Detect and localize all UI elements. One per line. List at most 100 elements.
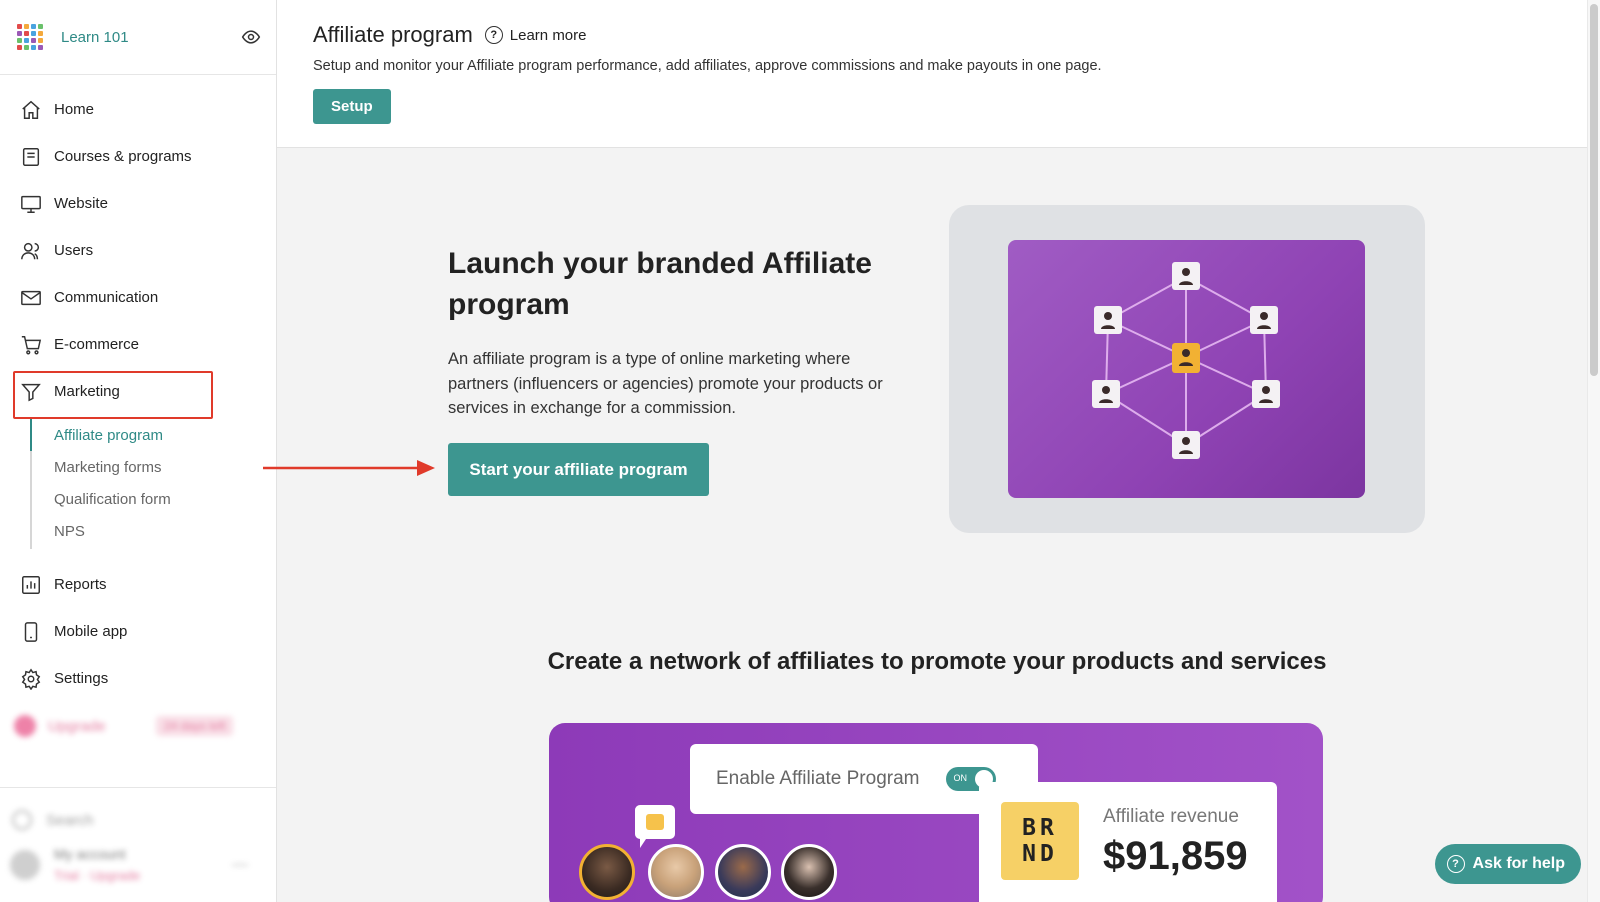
sidebar-item-label: Settings (54, 670, 109, 687)
gear-icon (20, 668, 42, 690)
sidebar-item-communication[interactable]: Communication (0, 274, 276, 321)
sidebar-item-label: Users (54, 242, 94, 259)
ask-for-help-button[interactable]: ? Ask for help (1434, 844, 1581, 884)
chat-bubble-icon (635, 805, 675, 848)
sidebar-item-label: Mobile app (54, 623, 128, 640)
logo-square (31, 45, 36, 50)
network-section-title: Create a network of affiliates to promot… (547, 648, 1327, 675)
secondary-nav: Reports Mobile app Settings Upgrade 24 d… (0, 561, 276, 746)
eye-icon[interactable] (240, 26, 262, 48)
sidebar: Learn 101 Home Courses & programs Websit… (0, 0, 277, 902)
sidebar-item-label: Courses & programs (54, 148, 192, 165)
sidebar-item-label: Website (54, 195, 108, 212)
home-icon (20, 99, 42, 121)
logo-square (17, 38, 22, 43)
mail-icon (20, 287, 42, 309)
marketing-subnav: Affiliate program Marketing forms Qualif… (30, 417, 276, 549)
logo-square (31, 38, 36, 43)
ask-for-help-label: Ask for help (1472, 855, 1565, 872)
main-nav: Home Courses & programs Website Users Co… (0, 75, 276, 746)
sidebar-item-website[interactable]: Website (0, 180, 276, 227)
brand-header: Learn 101 (0, 0, 276, 75)
learn-more-link[interactable]: ? Learn more (484, 26, 587, 44)
more-icon[interactable]: — (232, 856, 248, 874)
scrollbar-thumb[interactable] (1590, 4, 1598, 376)
logo-square (17, 31, 22, 36)
logo-square (24, 38, 29, 43)
sidebar-item-reports[interactable]: Reports (0, 561, 276, 608)
logo-square (38, 38, 43, 43)
account-name: My account (54, 846, 126, 862)
logo-square (24, 31, 29, 36)
logo-square (38, 45, 43, 50)
affiliate-revenue-card: BR ND Affiliate revenue $91,859 (979, 782, 1277, 902)
sidebar-search[interactable]: Search (0, 800, 276, 840)
arrow-annotation (263, 460, 435, 476)
logo-square (24, 45, 29, 50)
search-icon (12, 810, 32, 830)
sidebar-item-settings[interactable]: Settings (0, 655, 276, 702)
school-name[interactable]: Learn 101 (61, 29, 240, 46)
page-header: Affiliate program ? Learn more Setup and… (277, 0, 1587, 148)
sidebar-item-mobile-app[interactable]: Mobile app (0, 608, 276, 655)
person-node (1094, 306, 1122, 334)
sidebar-item-label: E-commerce (54, 336, 140, 353)
upgrade-label: Upgrade (48, 717, 106, 735)
sidebar-item-marketing[interactable]: Marketing (0, 368, 276, 419)
sidebar-item-label: Marketing (54, 383, 120, 400)
sidebar-item-courses[interactable]: Courses & programs (0, 133, 276, 180)
logo-square (17, 24, 22, 29)
person-node (1172, 431, 1200, 459)
enable-affiliate-label: Enable Affiliate Program (716, 768, 920, 789)
logo-square (31, 31, 36, 36)
logo-square (38, 24, 43, 29)
person-node (1172, 262, 1200, 290)
sidebar-footer: Search My account Trial · Upgrade — (0, 787, 276, 902)
book-icon (20, 146, 42, 168)
monitor-icon (20, 193, 42, 215)
setup-button[interactable]: Setup (313, 89, 391, 124)
account-plan: Trial · Upgrade (54, 868, 141, 883)
affiliate-avatar (781, 844, 837, 900)
subnav-item-qualification-form[interactable]: Qualification form (30, 483, 276, 515)
subnav-item-marketing-forms[interactable]: Marketing forms (30, 451, 276, 483)
question-icon: ? (484, 26, 503, 44)
search-label: Search (46, 811, 94, 829)
sidebar-item-home[interactable]: Home (0, 86, 276, 133)
upgrade-link[interactable]: Upgrade 24 days left (0, 706, 276, 746)
main-content: Affiliate program ? Learn more Setup and… (263, 0, 1587, 902)
hero-description: An affiliate program is a type of online… (448, 350, 883, 417)
question-icon: ? (1446, 855, 1465, 873)
sidebar-item-users[interactable]: Users (0, 227, 276, 274)
app-logo[interactable] (17, 24, 43, 50)
page-scrollbar[interactable] (1587, 0, 1600, 902)
trial-days-badge: 24 days left (156, 716, 234, 736)
account-menu[interactable]: My account Trial · Upgrade — (0, 846, 276, 883)
logo-square (31, 24, 36, 29)
page-subtitle: Setup and monitor your Affiliate program… (313, 58, 1102, 74)
sidebar-item-ecommerce[interactable]: E-commerce (0, 321, 276, 368)
title-row: Affiliate program ? Learn more (313, 22, 1587, 48)
person-node (1252, 380, 1280, 408)
subnav-item-nps[interactable]: NPS (30, 515, 276, 547)
person-node (1250, 306, 1278, 334)
logo-square (38, 31, 43, 36)
toggle-state-label: ON (953, 773, 968, 783)
logo-square (17, 45, 22, 50)
sidebar-item-label: Reports (54, 576, 107, 593)
cart-icon (20, 334, 42, 356)
subnav-item-affiliate-program[interactable]: Affiliate program (30, 419, 276, 451)
logo-square (24, 24, 29, 29)
upgrade-icon (14, 715, 36, 737)
network-graph-illustration (1092, 262, 1280, 459)
feature-banner: Enable Affiliate Program ON BR ND Affilia… (549, 723, 1323, 902)
sidebar-item-label: Home (54, 101, 95, 118)
avatar (10, 849, 40, 880)
account-info: My account Trial · Upgrade (54, 846, 140, 883)
revenue-value: $91,859 (1103, 834, 1248, 878)
start-affiliate-program-button[interactable]: Start your affiliate program (448, 443, 709, 496)
sidebar-item-label: Communication (54, 289, 159, 306)
phone-icon (20, 621, 42, 643)
page-title: Affiliate program (313, 22, 473, 47)
person-node-highlighted (1172, 343, 1200, 373)
